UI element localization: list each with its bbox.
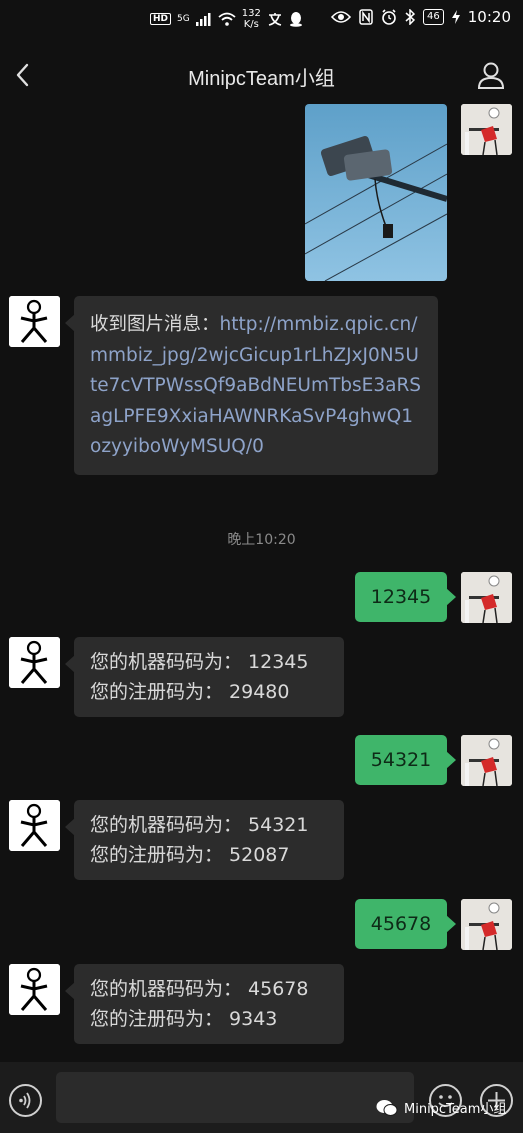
qq-icon <box>289 12 302 27</box>
my-avatar[interactable] <box>461 104 512 155</box>
image-link[interactable]: http://mmbiz.qpic.cn/mmbiz_jpg/2wjcGicup… <box>90 314 421 457</box>
alarm-icon <box>382 9 396 25</box>
sent-message-text: 54321 <box>370 749 432 771</box>
sent-message-text: 12345 <box>370 586 432 608</box>
watermark-text: MinipcTeam小组 <box>404 1102 507 1117</box>
chat-title: MinipcTeam小组 <box>188 68 335 90</box>
bot-avatar[interactable] <box>9 637 60 688</box>
machine-code-line: 您的机器码码为： 54321 <box>90 814 309 836</box>
reply-bubble: 您的机器码码为： 12345 您的注册码为： 29480 <box>65 637 344 717</box>
clock: 10:20 <box>467 8 511 26</box>
bluetooth-icon <box>405 9 416 25</box>
status-bar: HD 5G 132 K/s 46 10:20 <box>0 0 523 40</box>
bot-avatar[interactable] <box>9 800 60 851</box>
register-code-line: 您的注册码为： 9343 <box>90 1008 278 1030</box>
network-label: 5G <box>177 14 190 24</box>
image-notice-bubble: 收到图片消息：http://mmbiz.qpic.cn/mmbiz_jpg/2w… <box>65 296 438 475</box>
voice-icon[interactable] <box>9 1084 42 1117</box>
message-input[interactable] <box>56 1072 414 1123</box>
reply-bubble: 您的机器码码为： 45678 您的注册码为： 9343 <box>65 964 344 1044</box>
my-avatar[interactable] <box>461 899 512 950</box>
my-avatar[interactable] <box>461 572 512 623</box>
machine-code-line: 您的机器码码为： 12345 <box>90 651 309 673</box>
eye-icon <box>331 11 352 23</box>
chat-header: MinipcTeam小组 <box>0 44 523 106</box>
signal-icon <box>195 12 211 26</box>
wifi-icon <box>218 12 236 26</box>
speed-value: 132 <box>241 8 261 19</box>
status-left: HD 5G 132 K/s <box>150 8 303 30</box>
status-right: 46 10:20 <box>331 8 511 26</box>
reply-bubble: 您的机器码码为： 54321 您的注册码为： 52087 <box>65 800 344 880</box>
hd-badge: HD <box>150 13 172 25</box>
wechat-logo-icon <box>376 1099 398 1116</box>
sent-message: 54321 <box>355 735 456 785</box>
charging-icon <box>451 10 460 24</box>
machine-code-line: 您的机器码码为： 45678 <box>90 978 309 1000</box>
sent-message: 45678 <box>355 899 456 949</box>
network-speed: 132 K/s <box>242 8 261 30</box>
bot-avatar[interactable] <box>9 964 60 1015</box>
person-icon[interactable] <box>477 60 505 90</box>
register-code-line: 您的注册码为： 29480 <box>90 681 290 703</box>
sent-message: 12345 <box>355 572 456 622</box>
message-timestamp: 晚上10:20 <box>227 532 296 548</box>
battery-indicator: 46 <box>423 9 444 25</box>
nfc-icon <box>359 9 373 25</box>
watermark: MinipcTeam小组 <box>376 1098 506 1117</box>
register-code-line: 您的注册码为： 52087 <box>90 844 290 866</box>
image-notice-prefix: 收到图片消息： <box>90 314 220 335</box>
my-avatar[interactable] <box>461 735 512 786</box>
bot-avatar[interactable] <box>9 296 60 347</box>
sent-message-text: 45678 <box>370 913 432 935</box>
speed-unit: K/s <box>243 19 259 30</box>
translate-icon <box>268 12 282 26</box>
sent-photo[interactable] <box>305 104 447 281</box>
